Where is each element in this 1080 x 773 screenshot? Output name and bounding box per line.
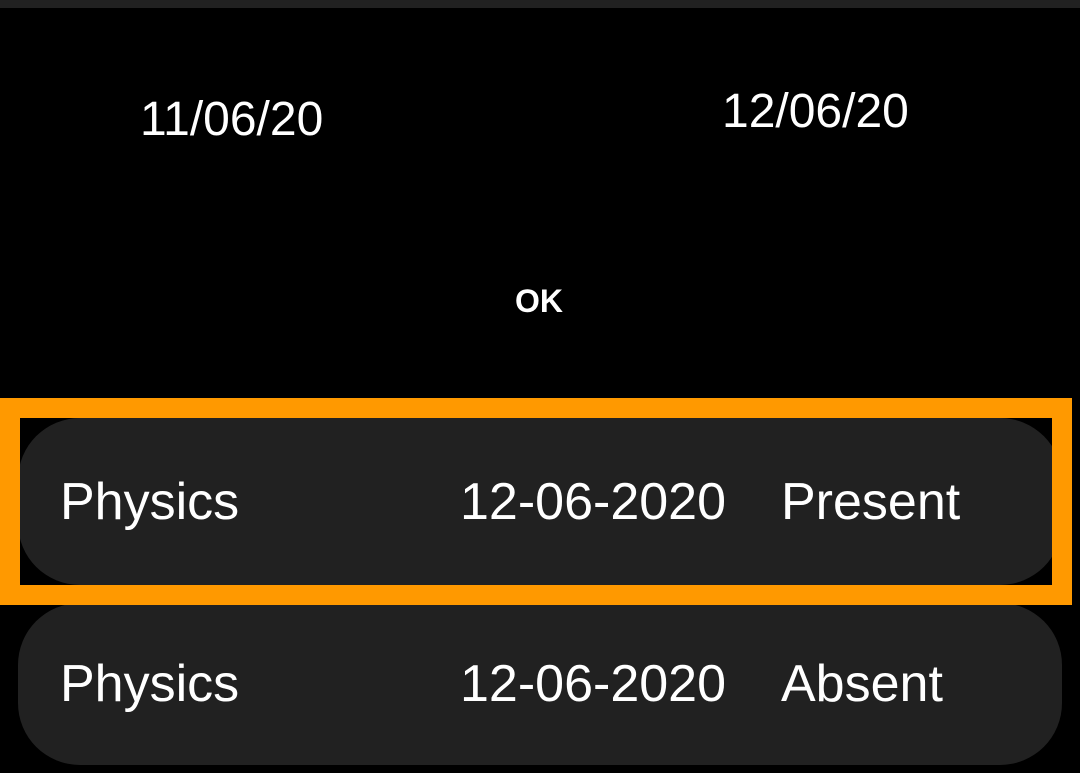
attendance-record[interactable]: Physics 12-06-2020 Absent xyxy=(18,603,1062,765)
top-bar xyxy=(0,0,1080,8)
record-subject: Physics xyxy=(60,655,240,713)
record-status: Present xyxy=(781,472,961,531)
record-status: Absent xyxy=(781,655,943,713)
from-date-picker[interactable]: 11/06/20 xyxy=(140,96,323,144)
to-date-picker[interactable]: 12/06/20 xyxy=(722,88,909,136)
record-subject: Physics xyxy=(60,472,240,531)
ok-button[interactable]: OK xyxy=(515,285,563,317)
record-date: 12-06-2020 xyxy=(460,472,726,531)
attendance-record[interactable]: Physics 12-06-2020 Present xyxy=(18,418,1062,585)
record-date: 12-06-2020 xyxy=(460,655,726,713)
